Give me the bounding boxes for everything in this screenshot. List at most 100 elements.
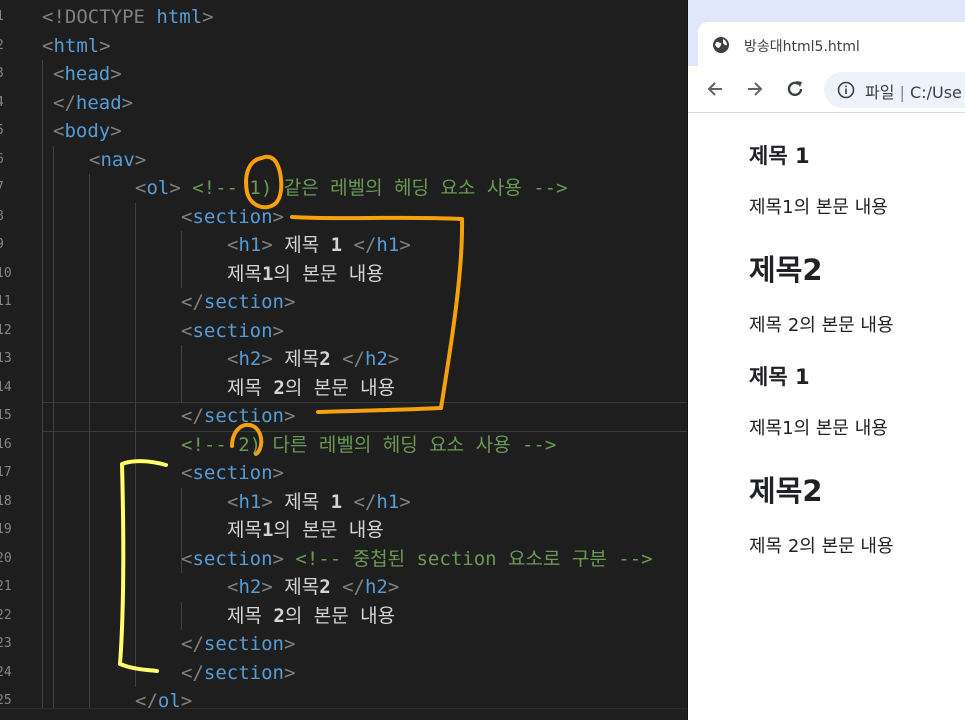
code-token: section (192, 462, 273, 484)
address-text[interactable]: 파일 | C:/Use (865, 79, 962, 103)
code-line-html-open[interactable]: <html> (42, 32, 111, 60)
code-line-section-4-open[interactable]: <section> <!-- 중첩된 section 요소로 구분 --> (181, 545, 653, 573)
code-token: h1 (238, 491, 262, 513)
line-number: 3 (0, 66, 6, 81)
code-line-body-2[interactable]: 제목 2의 본문 내용 (227, 374, 395, 402)
code-token: > (261, 348, 285, 370)
code-line-doctype[interactable]: <!DOCTYPE html> (42, 3, 214, 31)
code-token: < (53, 120, 65, 142)
line-number: 12 (0, 323, 12, 338)
code-line-h2-1[interactable]: <h2> 제목2 </h2> (227, 345, 399, 373)
code-token: > (387, 576, 400, 598)
code-token: 2 (319, 576, 331, 598)
code-line-head-open[interactable]: <head> (53, 60, 122, 88)
code-token: h1 (376, 234, 400, 256)
line-number: 7 (0, 180, 6, 195)
code-line-body-4[interactable]: 제목 2의 본문 내용 (227, 602, 395, 630)
code-token: section (203, 405, 284, 427)
line-number: 21 (0, 579, 12, 594)
code-line-head-close[interactable]: </head> (53, 89, 133, 117)
code-token: < (53, 63, 65, 85)
code-token: > (272, 462, 284, 484)
code-token: > (202, 6, 214, 28)
line-number: 25 (0, 693, 12, 708)
code-token: h2 (364, 576, 388, 598)
code-line-section-2-open[interactable]: <section> (181, 317, 284, 345)
code-token: </ (181, 291, 204, 313)
code-token: </ (181, 633, 204, 655)
code-line-body-1[interactable]: 제목1의 본문 내용 (227, 260, 384, 288)
info-icon[interactable] (837, 81, 855, 99)
code-token: 제목 (284, 576, 320, 598)
page-paragraph: 제목 2의 본문 내용 (749, 536, 894, 557)
code-token: </ (342, 491, 377, 513)
code-line-section-2-close[interactable]: </section> (181, 402, 295, 430)
code-token: 의 본문 내용 (284, 605, 396, 627)
yellow-bracket-annotation (118, 459, 168, 673)
indent-guide (135, 203, 136, 687)
code-token: <!DOCTYPE (42, 6, 157, 28)
code-token: < (227, 491, 239, 513)
code-token: section (203, 291, 284, 313)
code-line-ol-open[interactable]: <ol> <!-- 1) 같은 레벨의 헤딩 요소 사용 --> (135, 174, 568, 202)
code-token: < (227, 348, 239, 370)
line-number: 13 (0, 351, 12, 366)
page-paragraph: 제목1의 본문 내용 (749, 197, 888, 218)
code-line-h2-2[interactable]: <h2> 제목2 </h2> (227, 573, 399, 601)
code-token: > (110, 120, 122, 142)
code-token: 제목 (227, 263, 262, 285)
line-number: 11 (0, 294, 12, 309)
indent-guide (181, 345, 182, 402)
code-line-h1-2[interactable]: <h1> 제목 1 </h1> (227, 488, 411, 516)
globe-icon (713, 37, 729, 53)
code-line-section-1-close[interactable]: </section> (181, 288, 295, 316)
code-token: <!-- 중첩된 section 요소로 구분 --> (295, 548, 653, 570)
code-token: html (53, 35, 100, 57)
line-number: 14 (0, 380, 12, 395)
code-token: 의 본문 내용 (273, 263, 384, 285)
indent-guide (181, 231, 182, 288)
code-token: </ (181, 662, 204, 684)
code-token: body (64, 120, 111, 142)
line-number: 15 (0, 408, 12, 423)
code-token: > (283, 291, 296, 313)
code-line-nav-open[interactable]: <nav> (89, 146, 146, 174)
code-token: < (181, 548, 193, 570)
current-line-highlight (42, 402, 687, 432)
code-token: > (387, 348, 400, 370)
code-token: > (272, 206, 284, 228)
code-token: section (192, 548, 273, 570)
code-line-section-3-close[interactable]: </section> (181, 659, 295, 687)
code-line-h1-1[interactable]: <h1> 제목 1 </h1> (227, 231, 411, 259)
line-number: 1 (0, 9, 6, 24)
code-token: </ (181, 405, 204, 427)
page-paragraph: 제목1의 본문 내용 (749, 418, 888, 439)
code-line-section-3-open[interactable]: <section> (181, 459, 284, 487)
code-line-comment-2[interactable]: <!-- 2) 다른 레벨의 헤딩 요소 사용 --> (181, 431, 556, 459)
code-line-body-open[interactable]: <body> (53, 117, 122, 145)
line-number: 23 (0, 636, 12, 651)
code-token: > (99, 35, 111, 57)
code-token: > (272, 548, 296, 570)
code-token: < (89, 149, 101, 171)
code-token: head (64, 63, 111, 85)
code-line-body-3[interactable]: 제목1의 본문 내용 (227, 516, 384, 544)
address-scheme-label: 파일 (865, 83, 895, 102)
code-token: > (399, 234, 411, 256)
reload-icon[interactable] (784, 78, 806, 100)
arrow-left-icon[interactable] (704, 78, 726, 100)
code-editor[interactable]: 1234567891011121314151617181920212223242… (0, 0, 687, 720)
line-number: 6 (0, 152, 6, 167)
indent-guide (53, 146, 54, 720)
code-token: > (261, 576, 285, 598)
code-token: section (192, 206, 273, 228)
horizontal-scrollbar[interactable] (0, 708, 687, 720)
code-line-section-4-close[interactable]: </section> (181, 630, 295, 658)
code-token: > (272, 320, 284, 342)
line-number: 8 (0, 209, 6, 224)
code-token: h2 (238, 576, 262, 598)
arrow-right-icon[interactable] (744, 78, 766, 100)
page-heading-h2: 제목2 (749, 474, 823, 508)
code-line-section-1-open[interactable]: <section> (181, 203, 284, 231)
code-token: <!-- 1) 같은 레벨의 헤딩 요소 사용 --> (192, 177, 568, 199)
